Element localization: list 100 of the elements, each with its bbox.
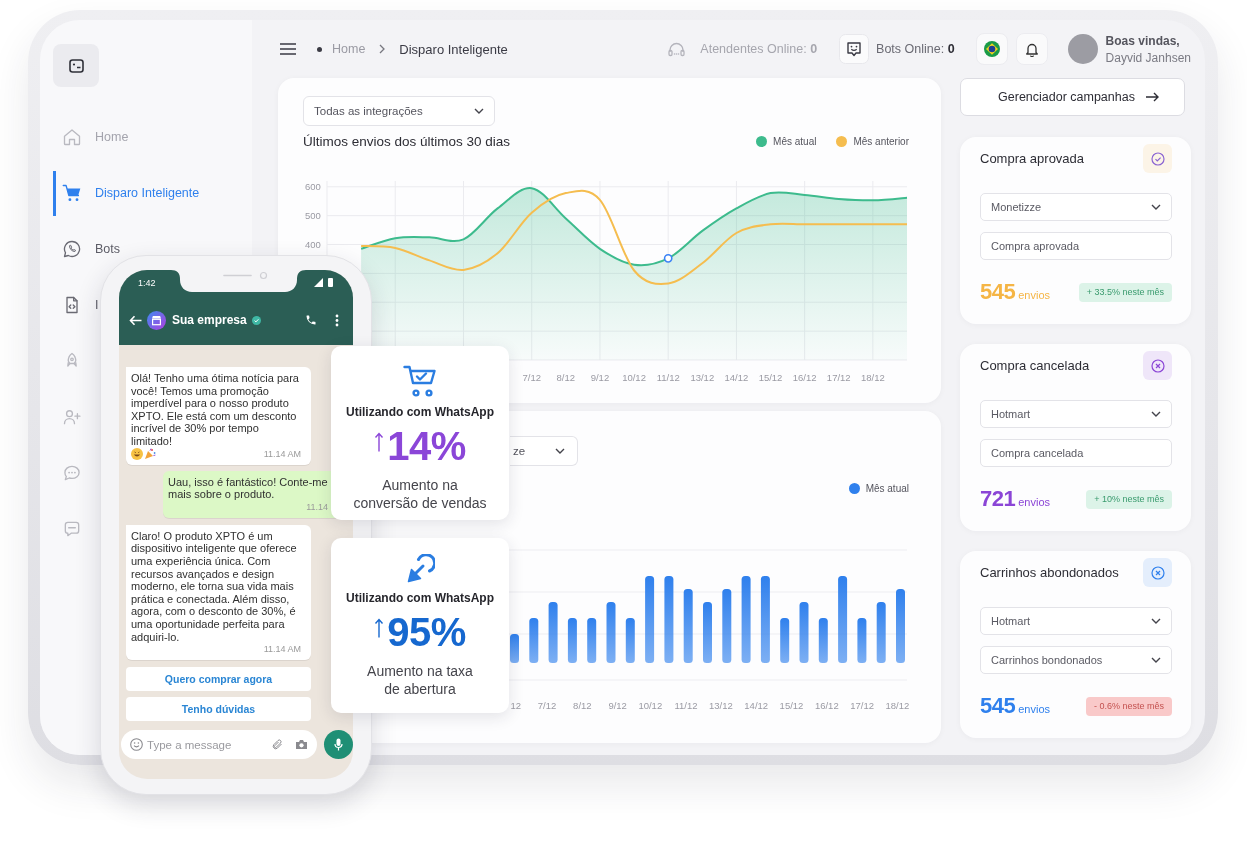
menu-icon[interactable] <box>280 43 296 55</box>
chart-bar <box>625 618 635 663</box>
chevron-down-icon <box>1151 204 1161 210</box>
paperclip-icon[interactable] <box>271 738 283 752</box>
quick-reply-button[interactable]: Tenho dúvidas <box>126 697 311 722</box>
change-badge: + 33.5% neste mês <box>1078 282 1172 302</box>
text-field[interactable]: Compra cancelada <box>980 439 1172 467</box>
axis-label: 9/12 <box>590 372 610 383</box>
send-count: 545 <box>980 694 1016 718</box>
cursor-click-icon <box>405 554 435 583</box>
back-arrow-icon[interactable] <box>129 314 142 326</box>
axis-label: 9/12 <box>608 700 627 711</box>
user-plus-icon <box>62 407 82 427</box>
change-badge: - 0.6% neste mês <box>1085 696 1172 716</box>
text-field[interactable]: Compra aprovada <box>980 232 1172 260</box>
chart-bar <box>818 618 828 663</box>
chart-bar <box>780 618 790 663</box>
stat-description: Aumento na taxa de abertura <box>367 662 473 698</box>
logo-icon[interactable] <box>53 44 99 87</box>
card-title: Compra aprovada <box>980 151 1085 166</box>
axis-label: 8/12 <box>556 372 576 383</box>
axis-label: 10/12 <box>622 372 646 383</box>
axis-label: 18/12 <box>861 372 885 383</box>
chevron-right-icon <box>379 44 386 54</box>
axis-label: 15/12 <box>758 372 783 383</box>
axis-label: 16/12 <box>814 700 839 711</box>
stat-caption: Utilizando com WhatsApp <box>346 405 494 419</box>
message-time: 11.14 AM <box>263 447 301 461</box>
language-button[interactable] <box>975 33 1008 65</box>
dropdown-select[interactable]: Todas as integrações <box>303 96 495 126</box>
camera-icon[interactable] <box>295 739 308 751</box>
notification-button[interactable] <box>1015 33 1048 65</box>
stat-value: 95% <box>387 611 466 653</box>
nav-item[interactable]: I <box>53 295 99 315</box>
grin-emoji-icon <box>131 448 143 461</box>
message-text: Claro! O produto XPTO é um dispositivo inteligente que oferece uma experiência única. Com recursos avançados e design moderno, ele torna sua vida mais prática e conectada. Além disso, agora, com o desconto de 30%, é uma oportunidade perfeita para adquiri-lo. <box>131 529 297 643</box>
axis-label: 500 <box>305 210 321 222</box>
dropdown-select[interactable]: ze <box>510 436 578 466</box>
axis-label: 8/12 <box>573 700 592 711</box>
stat-description: Aumento na conversão de vendas <box>353 476 487 512</box>
chart-bar <box>799 602 809 663</box>
chart-bar <box>567 618 577 663</box>
chevron-down-icon <box>1151 618 1161 624</box>
axis-label: 15/12 <box>779 700 804 711</box>
chart-bar <box>587 618 597 663</box>
send-count: 721 <box>980 487 1016 511</box>
phone-call-icon[interactable] <box>305 314 317 326</box>
bell-icon <box>1024 41 1039 57</box>
online-count: Bots Online: 0 <box>876 42 955 56</box>
axis-label: 17/12 <box>826 372 851 383</box>
chart-title: Últimos envios dos últimos 30 dias <box>303 133 511 149</box>
message-input[interactable]: Type a message <box>147 738 261 751</box>
axis-label: 14/12 <box>744 700 769 711</box>
chevron-down-icon <box>1151 657 1161 663</box>
card-title: Carrinhos abondonados <box>980 565 1119 580</box>
more-icon[interactable] <box>335 313 339 327</box>
battery-icon <box>328 278 333 287</box>
message-text: Uau, isso é fantástico! Conte-me mais sobre o produto. <box>168 475 328 501</box>
chevron-down-icon <box>474 108 484 114</box>
axis-label: 11/12 <box>674 700 698 711</box>
store-avatar-icon <box>147 310 166 330</box>
axis-label: 14/12 <box>724 372 749 383</box>
legend-label: Mês atual <box>865 482 909 494</box>
microphone-button[interactable] <box>324 730 353 760</box>
avatar[interactable] <box>1067 34 1098 64</box>
nav-item[interactable]: Disparo Inteligente <box>53 170 200 216</box>
message-bubble-icon <box>62 519 82 539</box>
card-title: Compra cancelada <box>980 358 1090 373</box>
quick-reply-button[interactable]: Quero comprar agora <box>126 667 311 692</box>
dropdown-select[interactable]: Hotmart <box>980 607 1172 635</box>
dropdown-select[interactable]: Hotmart <box>980 400 1172 428</box>
stat-value: 14% <box>387 425 466 467</box>
cart-icon <box>62 183 82 203</box>
campaign-manager-button[interactable]: Gerenciador campanhas <box>960 78 1185 116</box>
arrow-right-icon <box>1145 92 1159 102</box>
party-popper-icon <box>144 448 156 461</box>
axis-label: 18/12 <box>885 700 910 711</box>
message-time: 11.14 <box>306 500 328 514</box>
chart-bar <box>510 634 519 663</box>
chart-bar <box>857 618 867 663</box>
nav-item[interactable]: Bots <box>53 239 120 259</box>
smiley-icon[interactable] <box>130 738 143 752</box>
user-name: Dayvid Janhsen <box>1105 50 1191 65</box>
breadcrumb-link[interactable]: Disparo Inteligente <box>399 41 508 57</box>
count-unit: envios <box>1018 289 1050 301</box>
legend-label: Mês atual <box>773 135 817 147</box>
dropdown-select[interactable]: Carrinhos bondonados <box>980 646 1172 674</box>
axis-label: 10/12 <box>638 700 663 711</box>
arrow-up-icon <box>374 432 385 452</box>
dot-icon <box>317 46 322 52</box>
contact-name: Sua empresa <box>172 313 247 327</box>
greeting-text: Boas vindas, <box>1105 33 1181 48</box>
dropdown-select[interactable]: Monetizze <box>980 193 1172 221</box>
flag-icon <box>983 41 1000 57</box>
axis-label: 16/12 <box>792 372 817 383</box>
axis-label: 600 <box>305 181 321 193</box>
phone-bubble-icon <box>62 239 82 259</box>
home-icon <box>62 127 82 147</box>
headset-icon <box>668 41 686 57</box>
send-count: 545 <box>980 280 1016 304</box>
